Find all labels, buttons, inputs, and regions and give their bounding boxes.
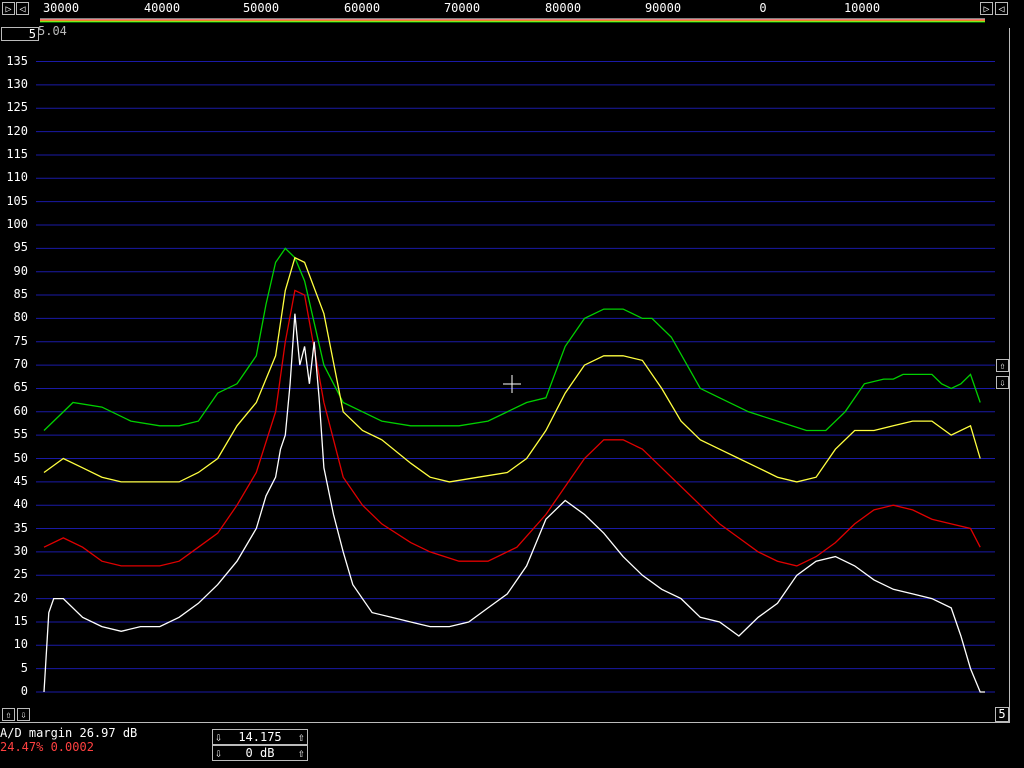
series-line-1	[43, 256, 981, 483]
y-tick-label: 55	[13, 427, 28, 442]
y-tick-label: 110	[6, 170, 28, 185]
load-status: 24.47% 0.0002	[0, 740, 94, 754]
y-tick-label: 10	[13, 637, 28, 652]
y-tick-label: 130	[6, 76, 28, 91]
series-line-0	[43, 247, 981, 432]
crosshair-cursor-icon	[503, 375, 521, 393]
y-tick-label: 35	[13, 520, 28, 535]
y-tick-label: 45	[13, 473, 28, 488]
y-tick-label: 90	[13, 263, 28, 278]
spectrum-chart[interactable]	[0, 0, 1024, 768]
ad-margin-status: A/D margin 26.97 dB	[0, 726, 138, 740]
y-tick-label: 70	[13, 357, 28, 372]
arrow-down-icon: ⇩	[20, 710, 27, 721]
y-tick-label: 115	[6, 146, 28, 161]
right-scroll-box[interactable]: 5	[995, 707, 1009, 722]
y-tick-label: 80	[13, 310, 28, 325]
y-tick-label: 0	[20, 684, 28, 698]
y-tick-label: 65	[13, 380, 28, 395]
frequency-control[interactable]: ⇩ 14.175 ⇧	[212, 729, 308, 745]
y-tick-label: 25	[13, 567, 28, 582]
y-tick-label: 95	[13, 240, 28, 255]
arrow-down-icon[interactable]: ⇩	[215, 746, 222, 760]
arrow-down-icon: ⇩	[999, 378, 1006, 389]
top-color-strip	[40, 18, 985, 23]
gain-value: 0 dB	[245, 746, 275, 760]
y-tick-label: 15	[13, 613, 28, 628]
y-tick-label: 135	[6, 53, 28, 68]
y-tick-label: 60	[13, 403, 28, 418]
bottom-up-button[interactable]: ⇧	[2, 708, 15, 721]
scroll-down-button[interactable]: ⇩	[996, 376, 1009, 389]
y-tick-label: 120	[6, 123, 28, 138]
y-tick-label: 5	[20, 660, 28, 675]
y-tick-label: 50	[13, 450, 28, 465]
y-tick-label: 75	[13, 333, 28, 348]
y-tick-label: 85	[13, 287, 28, 302]
frequency-value: 14.175	[238, 730, 282, 744]
y-tick-label: 125	[6, 100, 28, 115]
gain-control[interactable]: ⇩ 0 dB ⇧	[212, 745, 308, 761]
scroll-up-button[interactable]: ⇧	[996, 359, 1009, 372]
arrow-up-icon: ⇧	[5, 710, 12, 721]
series-line-2	[43, 289, 981, 567]
y-tick-label: 105	[6, 193, 28, 208]
y-tick-label: 40	[13, 497, 28, 512]
arrow-up-icon[interactable]: ⇧	[298, 730, 305, 744]
series-line-3	[43, 313, 985, 693]
y-tick-label: 20	[13, 590, 28, 605]
arrow-down-icon[interactable]: ⇩	[215, 730, 222, 744]
y-tick-label: 100	[6, 217, 28, 231]
y-tick-label: 30	[13, 543, 28, 558]
bottom-down-button[interactable]: ⇩	[17, 708, 30, 721]
arrow-up-icon[interactable]: ⇧	[298, 746, 305, 760]
arrow-up-icon: ⇧	[999, 361, 1006, 372]
right-scroll-box-value: 5	[998, 707, 1006, 721]
